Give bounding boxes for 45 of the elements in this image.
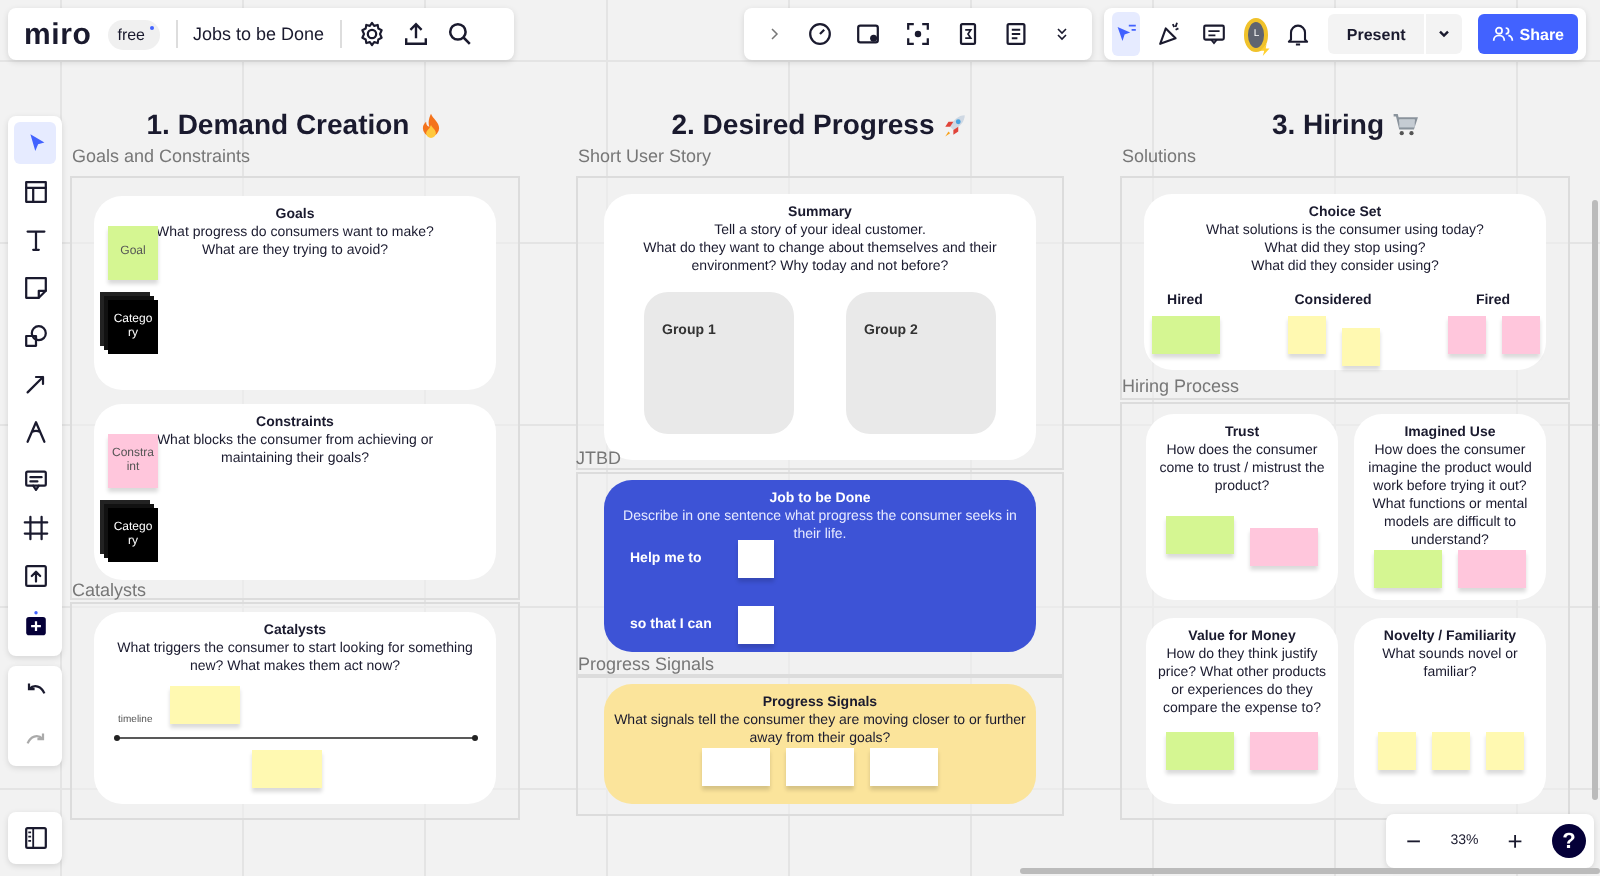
scrollbar[interactable]	[1592, 200, 1598, 800]
card-icon[interactable]	[854, 20, 883, 48]
fire-icon	[417, 111, 444, 137]
frame-label: Short User Story	[578, 146, 712, 166]
rocket-icon	[942, 111, 969, 137]
timer-icon[interactable]	[805, 20, 834, 48]
settings-icon[interactable]	[358, 20, 387, 48]
section-title: 2. Desired Progress	[671, 108, 935, 140]
section-title: 3. Hiring	[1271, 108, 1384, 140]
sticky-note-icon	[21, 273, 49, 301]
focus-icon[interactable]	[903, 20, 932, 48]
frame-label: JTBD	[576, 448, 621, 468]
sidebar-icon[interactable]	[21, 824, 49, 852]
board-title[interactable]: Jobs to be Done	[193, 24, 325, 44]
shopping-cart-icon	[1392, 111, 1418, 137]
export-icon[interactable]	[402, 20, 431, 48]
zoom-in-button[interactable]: +	[1503, 826, 1527, 856]
zoom-out-button[interactable]: −	[1402, 826, 1426, 856]
plan-badge[interactable]: free	[107, 19, 160, 49]
document-icon[interactable]	[1002, 20, 1031, 48]
text-icon	[21, 225, 49, 253]
comment-icon[interactable]	[1200, 20, 1229, 48]
caret-icon	[1435, 26, 1452, 42]
double-chevron-down-icon[interactable]	[1051, 24, 1072, 44]
frame-label: Goals and Constraints	[72, 146, 251, 166]
frame-label: Catalysts	[72, 580, 147, 600]
search-icon[interactable]	[446, 20, 475, 48]
frame-icon	[21, 513, 49, 541]
frame-label: Hiring Process	[1122, 376, 1240, 396]
cursor-toggle[interactable]	[1112, 12, 1141, 56]
help-button[interactable]: ?	[1551, 824, 1586, 858]
pen-icon	[21, 417, 49, 445]
section-title: 1. Demand Creation	[146, 108, 410, 140]
upload-icon	[21, 561, 49, 589]
layout-icon	[21, 177, 49, 205]
share-button[interactable]: Share	[1477, 14, 1578, 54]
scrollbar[interactable]	[1020, 868, 1600, 874]
frame-label: Progress Signals	[578, 654, 715, 674]
add-apps-icon	[21, 609, 49, 637]
logo[interactable]: miro	[24, 17, 92, 51]
comment-icon	[21, 465, 49, 493]
frame-label: Solutions	[1122, 146, 1197, 166]
notifications-icon[interactable]	[1284, 20, 1313, 48]
shapes-icon	[21, 321, 49, 349]
people-icon	[1491, 26, 1514, 42]
